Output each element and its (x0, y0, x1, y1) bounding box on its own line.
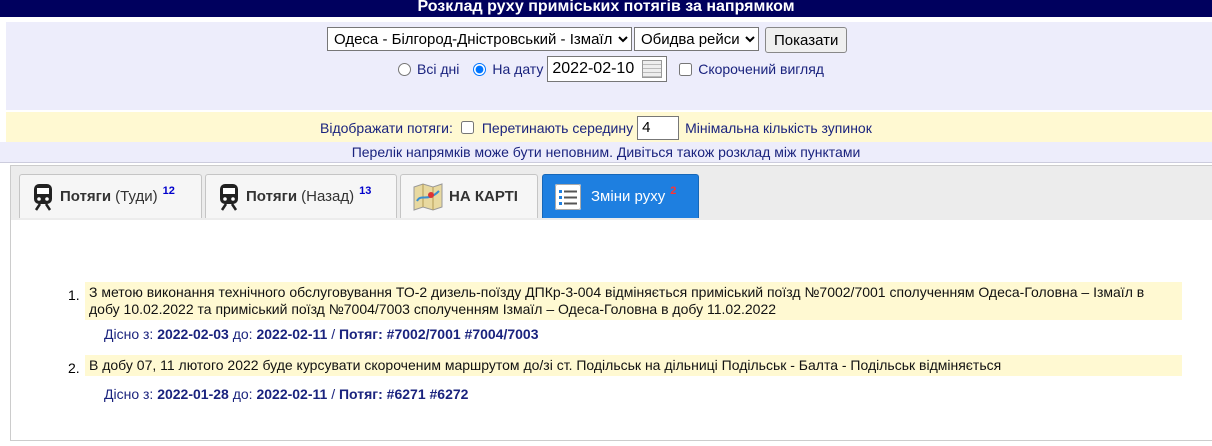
date-input[interactable]: 2022-02-10 (547, 56, 668, 82)
short-view-checkbox[interactable] (679, 62, 693, 76)
filter-row-2: Всі дні На дату 2022-02-10 Скорочений ви… (394, 56, 824, 82)
notices-list: 1. З метою виконання технічного обслугов… (64, 282, 1182, 402)
all-days-label: Всі дні (417, 61, 460, 77)
filter-row-1: Одеса - Білгород-Дністровський - Ізмаїл … (327, 27, 848, 53)
tab-trains-back[interactable]: Потяги (Назад) 13 (205, 174, 397, 218)
cross-middle-label: Перетинають середину (481, 119, 634, 136)
tab-changes[interactable]: Зміни руху 2 (542, 174, 699, 218)
on-date-radio[interactable] (473, 62, 487, 76)
notice-text: В добу 07, 11 лютого 2022 буде курсувати… (85, 355, 1182, 376)
display-label: Відображати потяги: (320, 119, 453, 136)
tab-map[interactable]: НА КАРТІ (400, 174, 538, 218)
min-stops-input[interactable]: 4 (637, 115, 680, 140)
trips-select[interactable]: Обидва рейси (634, 27, 759, 51)
page-title: Розклад руху приміських потягів за напря… (0, 0, 1212, 17)
notice-text: З метою виконання технічного обслуговува… (85, 282, 1182, 320)
display-options-bar: Відображати потяги: Перетинають середину… (6, 112, 1212, 142)
show-button[interactable]: Показати (765, 27, 848, 53)
calendar-icon[interactable] (642, 60, 663, 78)
notice-trains-link[interactable]: #6271 #6272 (387, 386, 469, 402)
map-icon (413, 182, 443, 211)
on-date-label: На дату (492, 61, 544, 77)
list-item: 1. З метою виконання технічного обслугов… (64, 282, 1182, 342)
min-stops-label: Мінімальна кількість зупинок (685, 119, 872, 136)
train-icon (218, 183, 240, 211)
directions-note[interactable]: Перелік напрямків може бути неповним. Ди… (0, 142, 1212, 163)
tab-strip: Потяги (Туди) 12 Потяги (Назад) 13 НА КА… (11, 166, 1212, 220)
all-days-radio[interactable] (398, 62, 411, 76)
train-icon (32, 183, 54, 211)
direction-select[interactable]: Одеса - Білгород-Дністровський - Ізмаїл (327, 27, 632, 51)
list-item: 2. В добу 07, 11 лютого 2022 буде курсув… (64, 355, 1182, 402)
list-icon (555, 183, 581, 210)
notice-validity: Дісно з: 2022-02-03 до: 2022-02-11 / Пот… (104, 326, 539, 342)
notice-validity: Дісно з: 2022-01-28 до: 2022-02-11 / Пот… (104, 386, 469, 402)
tab-trains-forward[interactable]: Потяги (Туди) 12 (19, 174, 202, 218)
notice-trains-link[interactable]: #7002/7001 #7004/7003 (387, 326, 539, 342)
short-view-label: Скорочений вигляд (698, 61, 824, 77)
cross-middle-checkbox[interactable] (460, 121, 474, 134)
